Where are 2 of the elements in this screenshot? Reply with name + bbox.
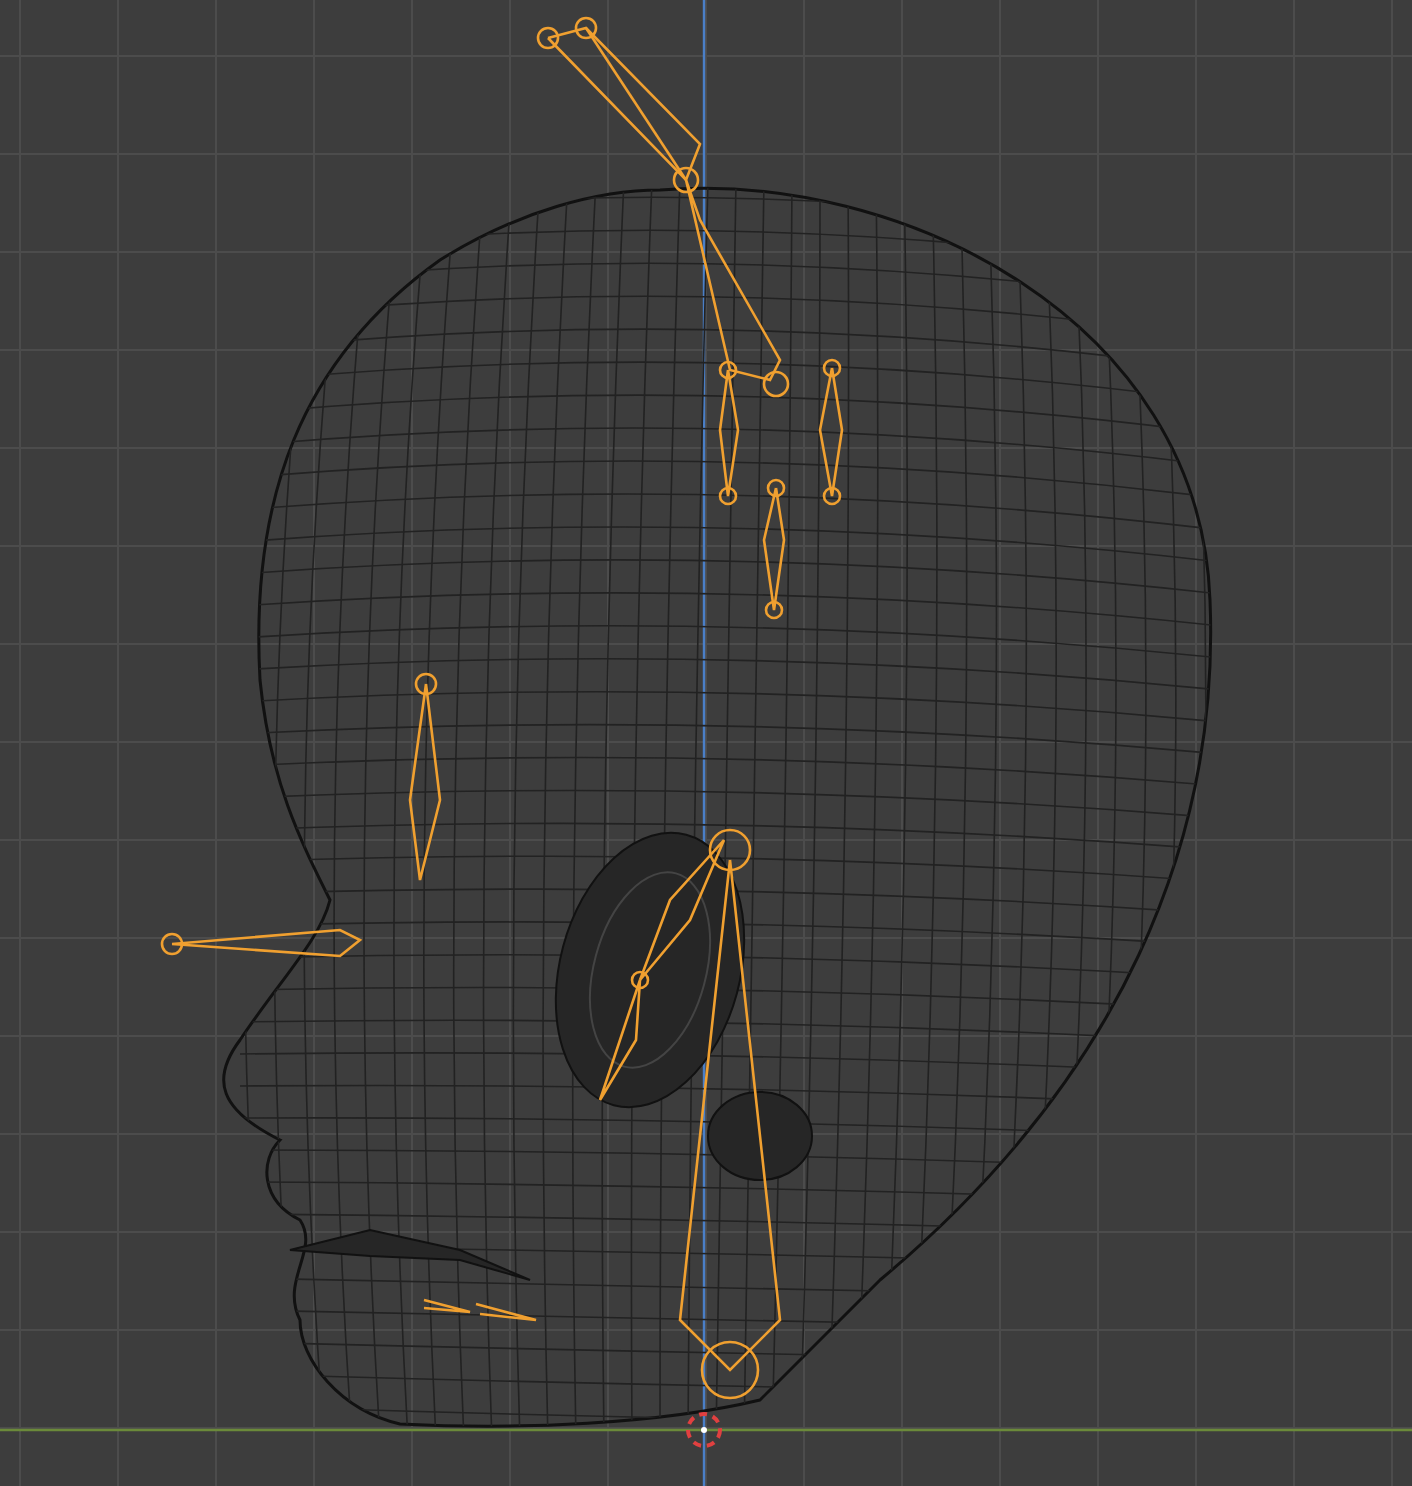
ear-mesh-drawing	[707, 1091, 813, 1181]
3d-cursor-icon[interactable]	[686, 1412, 722, 1448]
